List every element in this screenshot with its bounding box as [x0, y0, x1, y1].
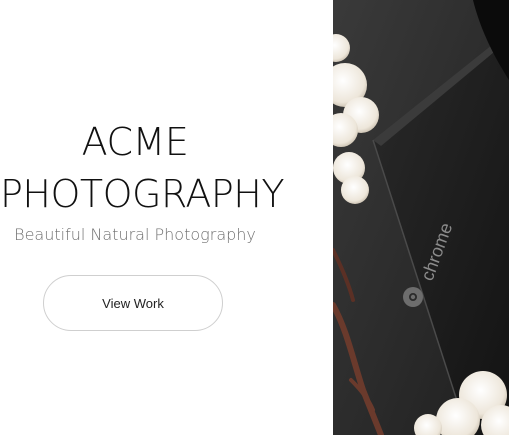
- hero-photo-image: chrome: [333, 0, 509, 435]
- hero-subtitle: Beautiful Natural Photography: [14, 225, 256, 244]
- hero-section: ACME PHOTOGRAPHY Beautiful Natural Photo…: [0, 0, 333, 435]
- view-work-button[interactable]: View Work: [43, 275, 223, 331]
- chrome-logo-icon: [403, 287, 423, 307]
- page-title-line-1: ACME: [81, 120, 189, 164]
- hero-photo: chrome: [333, 0, 509, 435]
- landing-page: ACME PHOTOGRAPHY Beautiful Natural Photo…: [0, 0, 509, 435]
- page-title-line-2: PHOTOGRAPHY: [0, 172, 285, 216]
